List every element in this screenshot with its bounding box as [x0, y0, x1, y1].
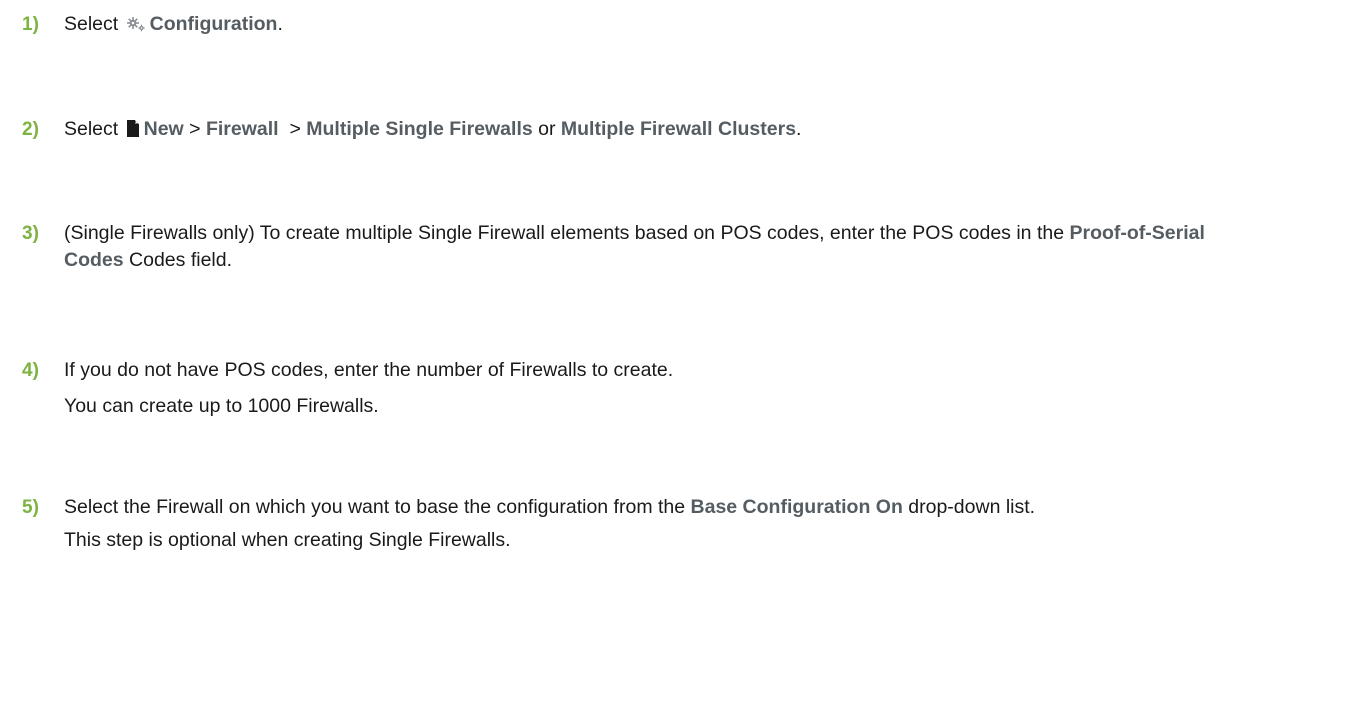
step-punctuation: . [277, 13, 283, 35]
step-number: 5) [22, 497, 39, 518]
step-number: 1) [22, 14, 39, 35]
configuration-term: Configuration [149, 13, 278, 35]
step-text: If you do not have POS codes, enter the … [64, 359, 674, 381]
step-text: Select Configuration. [64, 11, 1339, 40]
base-configuration-on-term: Base Configuration On [690, 496, 903, 518]
menu-separator: > [289, 118, 301, 140]
new-term: New [143, 118, 184, 140]
step-body: Select New > Firewall > Multiple Single … [64, 116, 1339, 145]
step-body: Select the Firewall on which you want to… [64, 494, 1334, 554]
multiple-firewall-clusters-term: Multiple Firewall Clusters [560, 118, 797, 140]
step-text-before: Select the Firewall on which you want to… [64, 496, 686, 518]
step-text-before: (Single Firewalls only) To create multip… [64, 222, 1065, 244]
step-text: (Single Firewalls only) To create multip… [64, 220, 1224, 274]
multiple-single-firewalls-term: Multiple Single Firewalls [306, 118, 533, 140]
step-select-text: Select [64, 118, 119, 140]
or-text: or [538, 118, 556, 140]
new-document-icon [126, 118, 140, 145]
step-number: 4) [22, 360, 39, 381]
step-body: Select Configuration. [64, 11, 1339, 40]
step-text-after: drop-down list. [908, 496, 1036, 518]
step-text: Select the Firewall on which you want to… [64, 494, 1334, 521]
step-number: 3) [22, 223, 39, 244]
step-body: (Single Firewalls only) To create multip… [64, 220, 1224, 274]
gear-icon [126, 13, 146, 40]
step-result: You can create up to 1000 Firewalls. [64, 395, 379, 417]
step-note: This step is optional when creating Sing… [64, 529, 511, 551]
step-body: If you do not have POS codes, enter the … [64, 357, 1339, 420]
firewall-term: Firewall [205, 118, 279, 140]
step-select-text: Select [64, 13, 119, 35]
step-text: Select New > Firewall > Multiple Single … [64, 116, 1339, 145]
menu-separator: > [189, 118, 201, 140]
step-punctuation: . [796, 118, 802, 140]
step-number: 2) [22, 119, 39, 140]
step-text-after: Codes field. [129, 249, 233, 271]
